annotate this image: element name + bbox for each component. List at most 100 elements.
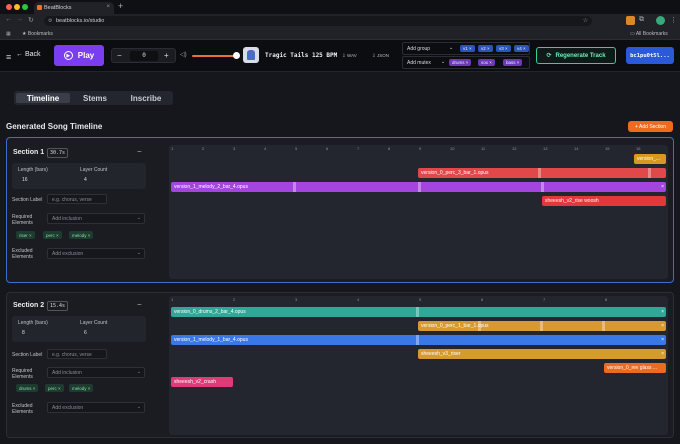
track-title: Tragic Tails 125 BPM	[265, 52, 338, 59]
timeline-clip[interactable]: sheeesh_v3_riser ×	[418, 349, 666, 359]
maximize-window-icon[interactable]	[22, 4, 28, 10]
extensions-puzzle-icon[interactable]: ⧉	[639, 16, 644, 24]
layer-count-input[interactable]: 6	[80, 328, 140, 338]
clip-label: sheeesh_v3_riser	[421, 351, 461, 357]
add-inclusion-label: Add inclusion	[52, 370, 82, 376]
close-tab-icon[interactable]: ×	[106, 4, 110, 10]
timeline-clip[interactable]: version_1_melody_1_bar_4.opus ×	[171, 335, 666, 345]
all-bookmarks[interactable]: ▭ All Bookmarks	[630, 31, 668, 37]
remove-clip-icon[interactable]: ×	[661, 309, 664, 315]
required-chip[interactable]: melody ×	[69, 384, 94, 392]
bar-ruler: 1 2 3 4 5 6 7 8 9 10 11 12 13 14 15 16	[169, 145, 668, 153]
download-wav-button[interactable]: ⇩ WAV	[342, 53, 357, 59]
tab-timeline[interactable]: Timeline	[16, 93, 70, 103]
section-label-input[interactable]: e.g. chorus, verse	[47, 194, 107, 204]
required-chip[interactable]: melody ×	[69, 231, 94, 239]
tab-stems[interactable]: Stems	[72, 93, 118, 103]
timeline-clip[interactable]: version_0_drums_2_bar_4.opus ×	[171, 307, 666, 317]
layer-count-input[interactable]: 4	[80, 175, 140, 185]
length-input[interactable]: 16	[18, 175, 74, 185]
browser-tab[interactable]: BeatBlocks ×	[34, 2, 114, 14]
required-chip[interactable]: perc ×	[45, 384, 64, 392]
remove-clip-icon[interactable]: ×	[661, 337, 664, 343]
section-title: Section 2	[13, 302, 45, 309]
excluded-elements-label: Excluded Elements	[12, 403, 33, 415]
timeline-clip[interactable]: version_0_perc_3_bar_1.opus	[418, 168, 666, 178]
volume-slider-handle[interactable]	[233, 52, 240, 59]
bar-tick-label: 1	[171, 297, 174, 302]
group-pill[interactable]: v3 ×	[496, 45, 511, 52]
browser-toolbar: ← → ↻ ⚙ beatblocks.io/studio ☆ ⧉ ⋮	[0, 14, 680, 28]
section-timeline[interactable]: 1 2 3 4 5 6 7 8 9 10 11 12 13 14 15 16 version_... vers…	[169, 145, 668, 279]
tab-inscribe[interactable]: Inscribe	[120, 93, 172, 103]
remove-clip-icon[interactable]: ×	[661, 323, 664, 329]
apps-grid-icon[interactable]: ▦	[6, 31, 11, 37]
timeline-clip[interactable]: version_0_perc_1_bar_1.opus ×	[418, 321, 666, 331]
required-chip[interactable]: perc ×	[43, 231, 62, 239]
refresh-icon: ⟳	[546, 53, 552, 59]
favicon-icon	[37, 5, 42, 10]
bar-tick-label: 8	[388, 146, 391, 151]
section-label-input[interactable]: e.g. chorus, verse	[47, 349, 107, 359]
bookmarks-folder[interactable]: ★ Bookmarks	[22, 31, 53, 37]
mutex-selector[interactable]: Add mutex ⌄ drums × vox × bass ×	[402, 56, 530, 69]
add-section-button[interactable]: + Add Section	[628, 121, 673, 132]
back-nav-icon[interactable]: ←	[5, 16, 12, 23]
group-pill[interactable]: v1 ×	[460, 45, 475, 52]
wallet-button[interactable]: bc1pu0t5l...	[626, 47, 674, 64]
mutex-pill[interactable]: bass ×	[503, 59, 523, 66]
new-tab-icon[interactable]: +	[118, 1, 123, 11]
download-json-button[interactable]: ⇩ JSON	[372, 53, 389, 59]
remove-clip-icon[interactable]: ×	[661, 351, 664, 357]
star-icon[interactable]: ☆	[583, 17, 588, 24]
tempo-decrement-button[interactable]: −	[117, 51, 122, 60]
timeline-clip[interactable]: version_...	[634, 154, 666, 164]
bar-tick-label: 8	[605, 297, 608, 302]
back-button[interactable]: ← Back	[16, 51, 41, 58]
profile-avatar-icon[interactable]	[656, 16, 665, 25]
group-pill[interactable]: v2 ×	[478, 45, 493, 52]
bar-tick-label: 2	[202, 146, 205, 151]
collapse-button[interactable]: −	[137, 300, 142, 309]
extension-icon[interactable]	[626, 16, 635, 25]
remove-clip-icon[interactable]: ×	[661, 184, 664, 190]
collapse-button[interactable]: −	[137, 147, 142, 156]
add-exclusion-select[interactable]: Add exclusion ⌄	[47, 248, 145, 259]
section-label-label: Section Label	[12, 197, 43, 203]
tempo-input[interactable]: 0	[130, 51, 158, 61]
site-info-icon[interactable]: ⚙	[48, 18, 52, 24]
section-card: Section 1 30.7s − Length (bars) Layer Co…	[6, 137, 674, 283]
clip-label: sheeesh_v2_crash	[174, 379, 216, 385]
minimize-window-icon[interactable]	[14, 4, 20, 10]
reload-icon[interactable]: ↻	[28, 16, 34, 24]
play-button[interactable]: ▶ Play	[54, 45, 104, 66]
required-elements-label: Required Elements	[12, 368, 33, 380]
add-exclusion-select[interactable]: Add exclusion ⌄	[47, 402, 145, 413]
length-input[interactable]: 8	[18, 328, 74, 338]
mutex-pill[interactable]: vox ×	[478, 59, 495, 66]
timeline-clip[interactable]: version_0_rev glass ...	[604, 363, 666, 373]
regenerate-label: Regenerate Track	[555, 52, 606, 59]
timeline-clip[interactable]: version_1_melody_2_bar_4.opus ×	[171, 182, 666, 192]
add-inclusion-select[interactable]: Add inclusion ⌄	[47, 213, 145, 224]
mutex-pill[interactable]: drums ×	[449, 59, 472, 66]
group-selector[interactable]: Add group ⌄ v1 × v2 × v3 × v4 ×	[402, 42, 530, 55]
hamburger-menu-icon[interactable]: ≡	[6, 52, 11, 62]
timeline-clip[interactable]: sheeesh_v2_crash	[171, 377, 233, 387]
excluded-elements-label: Excluded Elements	[12, 248, 33, 260]
regenerate-track-button[interactable]: ⟳ Regenerate Track	[536, 47, 616, 64]
close-window-icon[interactable]	[6, 4, 12, 10]
app-header: ≡ ← Back ▶ Play − 0 + ◁) Tragic Tails 12…	[0, 40, 680, 72]
required-chip[interactable]: riser ×	[16, 231, 35, 239]
required-chip[interactable]: drums ×	[16, 384, 39, 392]
timeline-clip[interactable]: sheeesh_v2_rise woosh	[542, 196, 666, 206]
browser-menu-icon[interactable]: ⋮	[670, 16, 677, 24]
tempo-increment-button[interactable]: +	[164, 51, 169, 60]
forward-nav-icon[interactable]: →	[16, 16, 23, 23]
add-inclusion-select[interactable]: Add inclusion ⌄	[47, 367, 145, 378]
group-pill[interactable]: v4 ×	[514, 45, 529, 52]
address-bar[interactable]: ⚙ beatblocks.io/studio ☆	[44, 16, 592, 26]
section-timeline[interactable]: 1 2 3 4 5 6 7 8 version_0_drums_2_bar_4.opus × v…	[169, 296, 668, 435]
bar-tick-label: 11	[481, 146, 486, 151]
volume-slider[interactable]	[192, 55, 236, 57]
